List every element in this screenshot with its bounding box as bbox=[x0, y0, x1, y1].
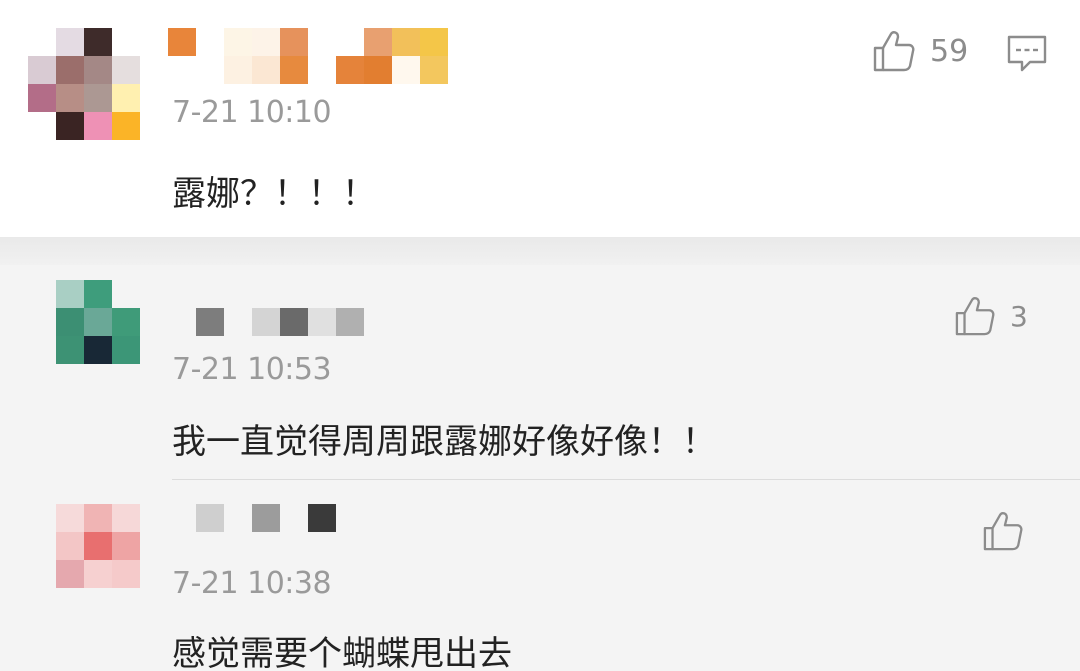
thumbs-up-icon bbox=[872, 30, 916, 72]
like-button[interactable] bbox=[982, 511, 1038, 551]
reply-text: 我一直觉得周周跟露娜好像好像！！ bbox=[172, 422, 716, 462]
thumbs-up-icon bbox=[954, 296, 996, 336]
comment-thread: 7-21 10:10 露娜？！！！ 59 7-21 10:53 我一直觉得周周跟… bbox=[0, 0, 1080, 671]
avatar[interactable] bbox=[28, 28, 140, 140]
comment-timestamp: 7-21 10:10 bbox=[172, 95, 332, 130]
reply-list bbox=[0, 265, 1080, 671]
like-button[interactable]: 3 bbox=[954, 296, 1028, 336]
like-button[interactable]: 59 bbox=[872, 30, 968, 72]
reply-timestamp: 7-21 10:53 bbox=[172, 352, 332, 387]
thumbs-up-icon bbox=[982, 511, 1024, 551]
username[interactable] bbox=[168, 504, 336, 532]
comment-bubble-icon bbox=[1006, 34, 1048, 74]
reply-divider bbox=[172, 479, 1080, 480]
like-count: 59 bbox=[930, 33, 969, 69]
avatar[interactable] bbox=[56, 280, 140, 364]
avatar[interactable] bbox=[56, 504, 140, 588]
comment-text: 露娜？！！！ bbox=[172, 174, 376, 214]
username[interactable] bbox=[168, 28, 448, 84]
reply-button[interactable] bbox=[1006, 34, 1048, 74]
section-divider bbox=[0, 237, 1080, 265]
main-comment: 7-21 10:10 露娜？！！！ 59 bbox=[0, 0, 1080, 237]
reply-text: 感觉需要个蝴蝶甩出去 bbox=[172, 634, 512, 671]
reply-timestamp: 7-21 10:38 bbox=[172, 566, 332, 601]
like-count: 3 bbox=[1010, 299, 1028, 333]
username[interactable] bbox=[168, 308, 364, 336]
